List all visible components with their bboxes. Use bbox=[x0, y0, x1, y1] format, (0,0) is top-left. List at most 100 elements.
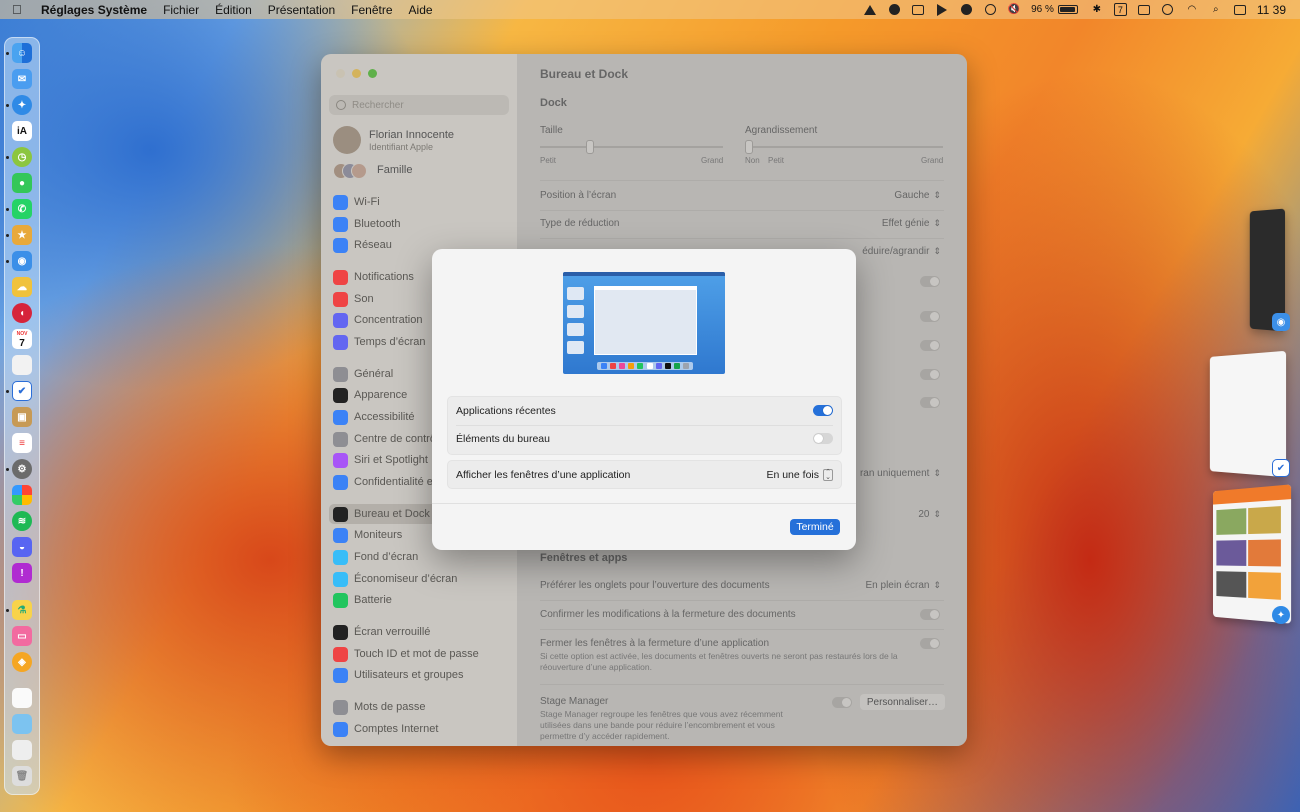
magnification-slider-knob[interactable] bbox=[745, 140, 753, 154]
photos-icon[interactable] bbox=[12, 485, 32, 505]
menu-app-name[interactable]: Réglages Système bbox=[41, 3, 147, 17]
sidebar-item-16[interactable]: Économiseur d’écran bbox=[333, 569, 457, 589]
stage-manager-toggle[interactable] bbox=[832, 697, 852, 708]
tweetbot-icon[interactable]: ◉ bbox=[12, 251, 32, 271]
trash-icon[interactable]: 🗑 bbox=[12, 766, 32, 786]
menu-aide[interactable]: Aide bbox=[409, 3, 433, 17]
apple-menu-icon[interactable]:  bbox=[12, 2, 26, 17]
stage-thumbnail-safari[interactable] bbox=[1212, 484, 1292, 624]
whatsapp-icon[interactable]: ✆ bbox=[12, 199, 32, 219]
zoom-window-button[interactable] bbox=[368, 69, 377, 78]
control-center-icon[interactable] bbox=[1233, 4, 1247, 15]
mute-icon[interactable]: 🔇 bbox=[1007, 4, 1021, 15]
archive-icon[interactable]: ▣ bbox=[12, 407, 32, 427]
toggle-switch[interactable] bbox=[920, 276, 940, 287]
cloud-icon[interactable] bbox=[959, 4, 973, 15]
sidebar-item-17[interactable]: Batterie bbox=[333, 590, 392, 610]
textedit-icon[interactable] bbox=[12, 688, 32, 708]
menu-fichier[interactable]: Fichier bbox=[163, 3, 199, 17]
safari-icon[interactable]: ✦ bbox=[12, 95, 32, 115]
sidebar-item-3[interactable]: Notifications bbox=[333, 267, 414, 287]
close-window-button[interactable] bbox=[336, 69, 345, 78]
screenshot-icon[interactable] bbox=[911, 4, 925, 15]
bluetooth-icon[interactable]: ✱ bbox=[1090, 4, 1104, 15]
menu-fenetre[interactable]: Fenêtre bbox=[351, 3, 392, 17]
show-windows-popup[interactable]: En une fois ⌃ ⌄ bbox=[766, 469, 833, 482]
sidebar-item-2[interactable]: Réseau bbox=[333, 235, 392, 255]
sidebar-item-8[interactable]: Apparence bbox=[333, 385, 407, 405]
cleanmymac-icon[interactable]: ▭ bbox=[12, 626, 32, 646]
flask-icon[interactable] bbox=[863, 4, 877, 15]
position-popup[interactable]: Gauche ⇕ bbox=[894, 190, 941, 201]
sidebar-item-9[interactable]: Accessibilité bbox=[333, 407, 415, 427]
timemachine-icon[interactable] bbox=[983, 4, 997, 15]
recent-count-popup[interactable]: 20 ⇕ bbox=[918, 509, 941, 520]
size-slider-knob[interactable] bbox=[586, 140, 595, 154]
icloud-icon[interactable]: ☁ bbox=[12, 277, 32, 297]
sidebar-item-5[interactable]: Concentration bbox=[333, 310, 423, 330]
battery-status[interactable]: 96 % bbox=[1031, 4, 1078, 15]
mail-icon[interactable]: ✉ bbox=[12, 69, 32, 89]
sidebar-item-1[interactable]: Bluetooth bbox=[333, 214, 400, 234]
search-field[interactable]: Rechercher bbox=[329, 95, 509, 115]
dblclick-popup[interactable]: éduire/agrandir ⇕ bbox=[862, 246, 941, 257]
menu-presentation[interactable]: Présentation bbox=[268, 3, 335, 17]
sidebar-item-18[interactable]: Écran verrouillé bbox=[333, 622, 430, 642]
sidebar-item-22[interactable]: Comptes Internet bbox=[333, 719, 438, 739]
menu-edition[interactable]: Édition bbox=[215, 3, 252, 17]
stage-click-popup[interactable]: ran uniquement ⇕ bbox=[860, 468, 941, 479]
magnification-slider[interactable] bbox=[745, 146, 943, 148]
finder-icon[interactable]: ☺ bbox=[12, 43, 32, 63]
sidebar-item-6[interactable]: Temps d’écran bbox=[333, 332, 426, 352]
tabs-popup[interactable]: En plein écran ⇕ bbox=[866, 580, 941, 591]
done-button[interactable]: Terminé bbox=[790, 519, 840, 535]
ia-writer-icon[interactable]: iA bbox=[12, 121, 32, 141]
things-icon[interactable]: ✔ bbox=[12, 381, 32, 401]
settings-icon[interactable]: ⚙ bbox=[12, 459, 32, 479]
spotlight-icon[interactable]: ⌕ bbox=[1209, 4, 1223, 15]
size-slider[interactable] bbox=[540, 146, 723, 148]
weather-icon[interactable] bbox=[887, 4, 901, 15]
toggle-switch[interactable] bbox=[920, 369, 940, 380]
sidebar-item-10[interactable]: Centre de contrô bbox=[333, 429, 436, 449]
timing-icon[interactable]: ◷ bbox=[12, 147, 32, 167]
clock[interactable]: 11 39 bbox=[1257, 3, 1286, 17]
sidebar-item-20[interactable]: Utilisateurs et groupes bbox=[333, 665, 463, 685]
minimize-window-button[interactable] bbox=[352, 69, 361, 78]
display-icon[interactable] bbox=[1137, 4, 1151, 15]
files-icon[interactable] bbox=[12, 740, 32, 760]
sidebar-item-0[interactable]: Wi-Fi bbox=[333, 192, 380, 212]
sidebar-item-15[interactable]: Fond d’écran bbox=[333, 547, 418, 567]
confirm-toggle[interactable] bbox=[920, 609, 940, 620]
calendar-icon[interactable]: NOV 7 bbox=[12, 329, 32, 349]
reeder-icon[interactable]: ★ bbox=[12, 225, 32, 245]
sidebar-item-12[interactable]: Confidentialité et bbox=[333, 472, 436, 492]
desktop-items-toggle[interactable] bbox=[813, 433, 833, 444]
customize-button[interactable]: Personnaliser… bbox=[859, 694, 945, 710]
notes-blank-icon[interactable] bbox=[12, 355, 32, 375]
tower-icon[interactable]: ⚗ bbox=[12, 600, 32, 620]
bird-icon[interactable] bbox=[935, 3, 949, 16]
speakline-icon[interactable]: ! bbox=[12, 563, 32, 583]
sidebar-item-11[interactable]: Siri et Spotlight bbox=[333, 450, 428, 470]
sidebar-item-21[interactable]: Mots de passe bbox=[333, 697, 426, 717]
messages-icon[interactable]: ● bbox=[12, 173, 32, 193]
calendar-tray-icon[interactable]: 7 bbox=[1113, 3, 1127, 16]
recent-apps-toggle[interactable] bbox=[813, 405, 833, 416]
minimize-popup[interactable]: Effet génie ⇕ bbox=[882, 218, 941, 229]
toggle-switch[interactable] bbox=[920, 397, 940, 408]
close-windows-toggle[interactable] bbox=[920, 638, 940, 649]
sidebar-item-7[interactable]: Général bbox=[333, 364, 393, 384]
toggle-switch[interactable] bbox=[920, 311, 940, 322]
sidebar-item-4[interactable]: Son bbox=[333, 289, 374, 309]
wifi-icon[interactable]: ◠ bbox=[1185, 4, 1199, 15]
toggle-switch[interactable] bbox=[920, 340, 940, 351]
reminders-icon[interactable]: ≡ bbox=[12, 433, 32, 453]
sidebar-item-19[interactable]: Touch ID et mot de passe bbox=[333, 644, 479, 664]
pocketcasts-icon[interactable]: ◖ bbox=[12, 303, 32, 323]
preview-icon[interactable] bbox=[12, 714, 32, 734]
sidebar-item-14[interactable]: Moniteurs bbox=[333, 525, 402, 545]
user-icon[interactable] bbox=[1161, 4, 1175, 15]
vectornator-icon[interactable]: ◈ bbox=[12, 652, 32, 672]
discord-icon[interactable]: ◒ bbox=[12, 537, 32, 557]
